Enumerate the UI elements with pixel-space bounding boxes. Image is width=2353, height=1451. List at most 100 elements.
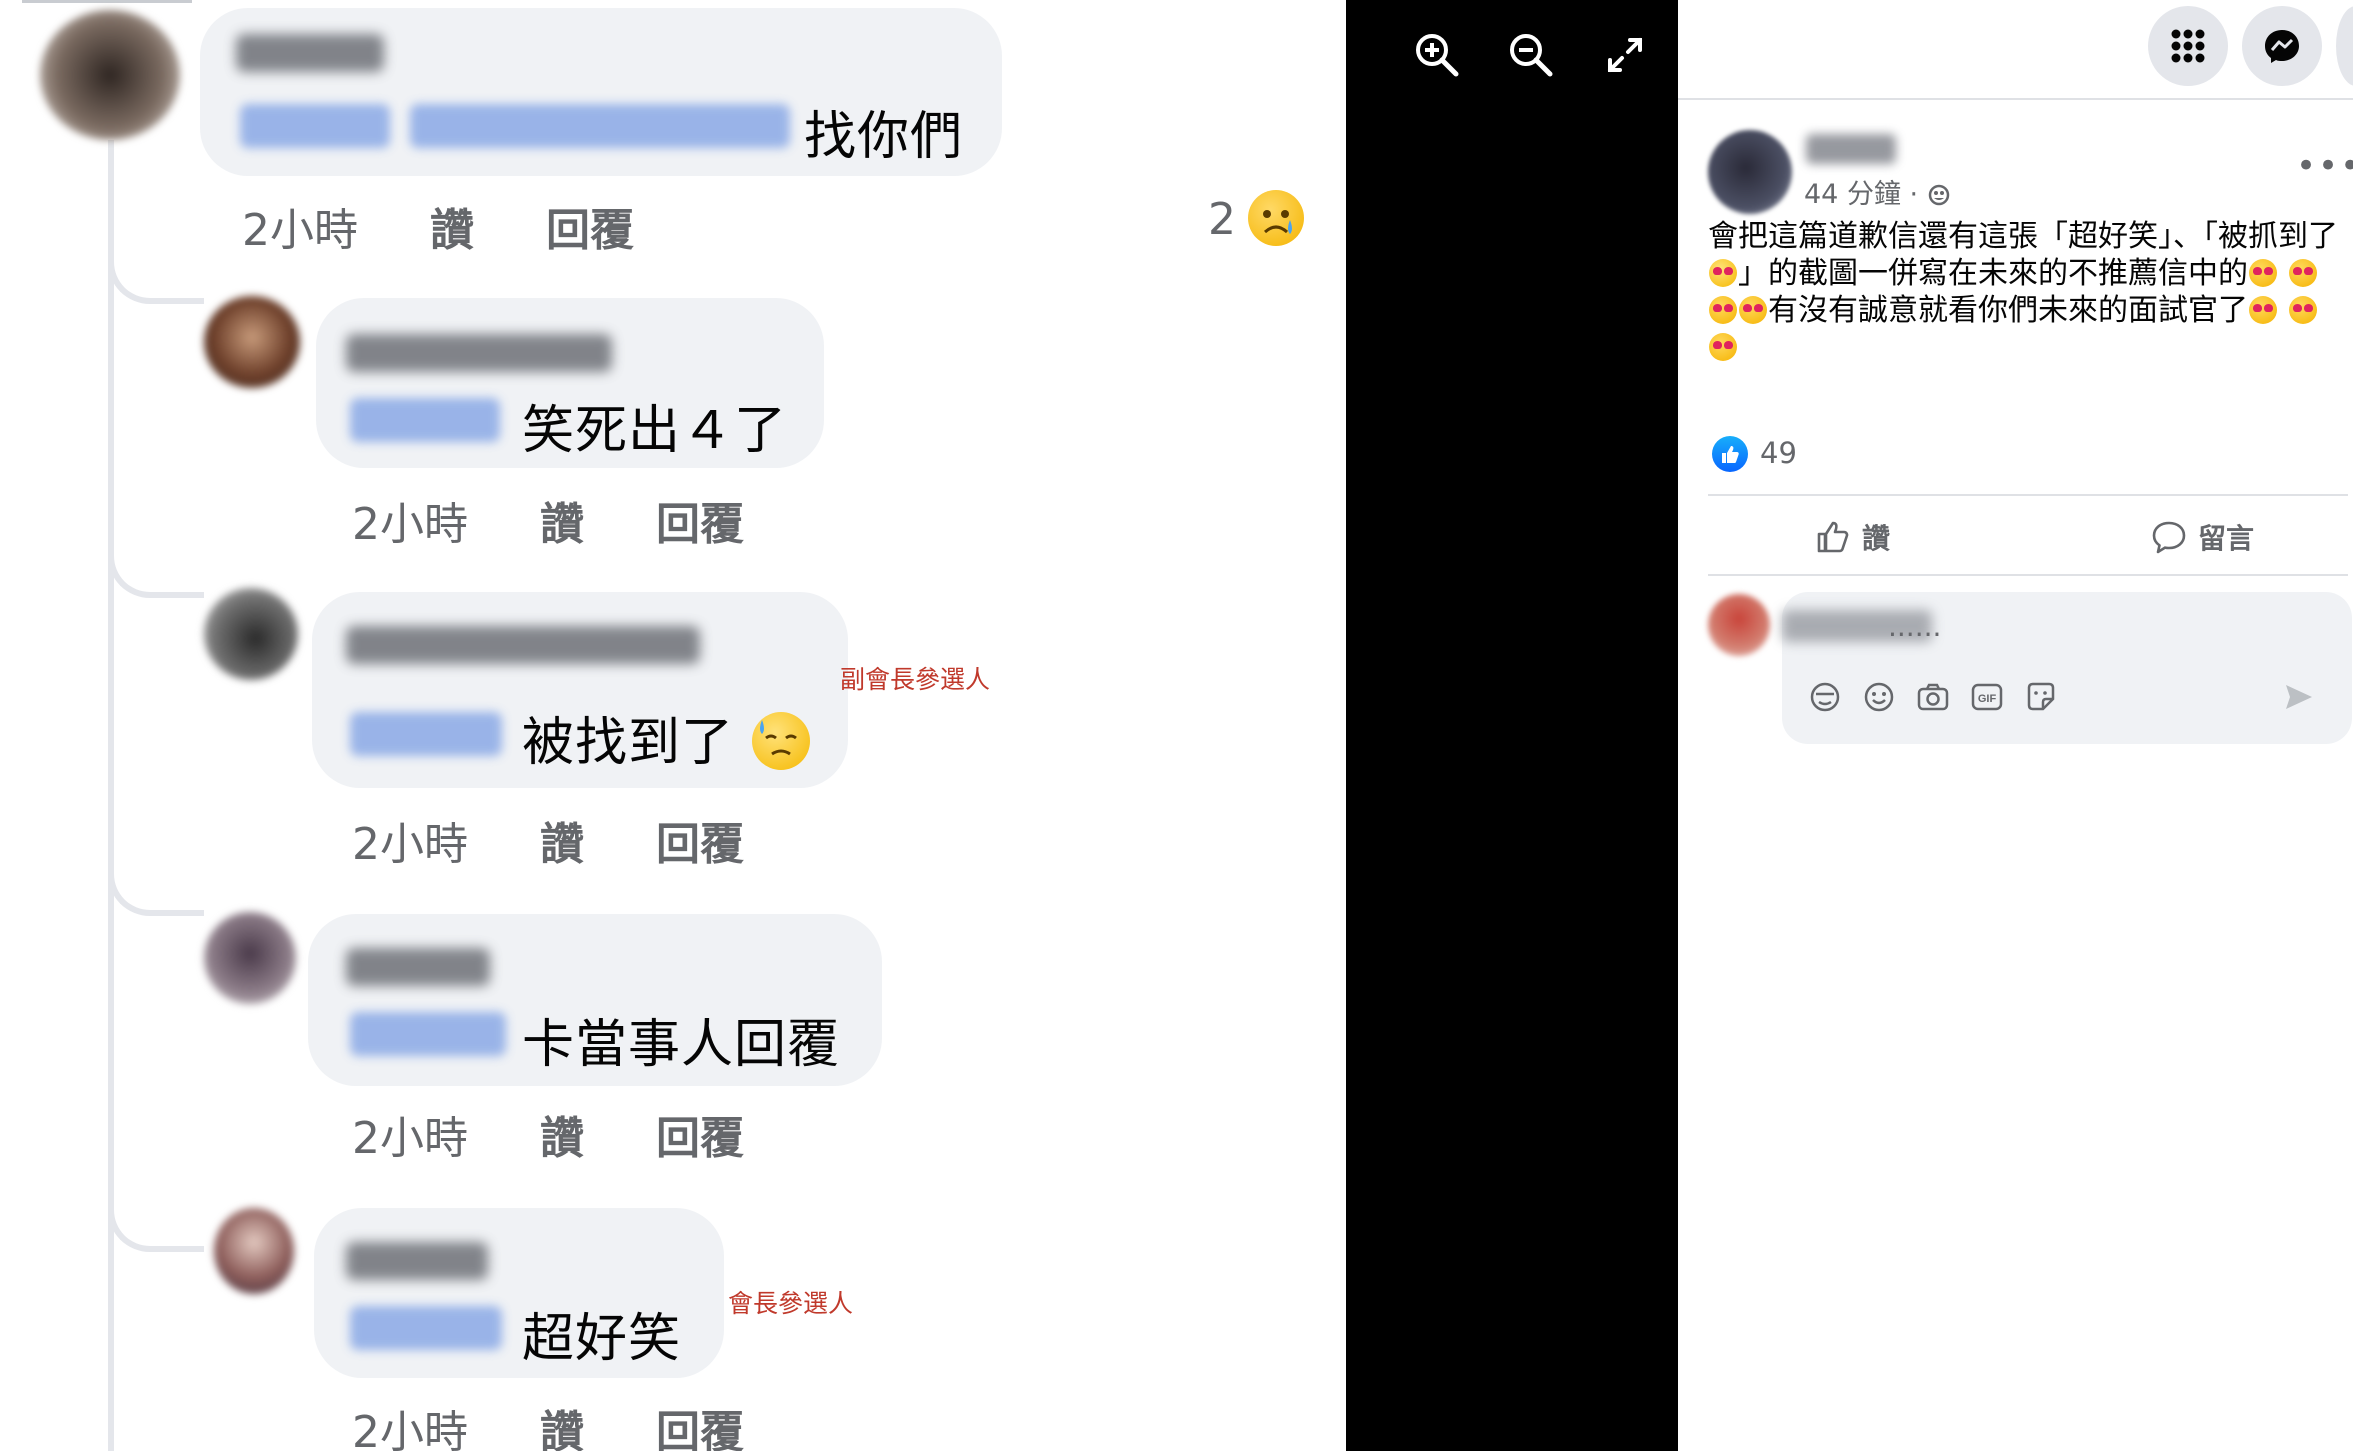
comment-button-label: 留言 [2198,522,2255,555]
like-link[interactable]: 讚 [540,488,584,552]
comment-text: 卡當事人回覆 [522,1015,841,1075]
comment-text: 被找到了 [522,700,810,775]
divider [1678,98,2353,100]
photo-viewer-background [1346,0,1678,1451]
comment-meta: 2小時 讚 回覆 [242,194,692,258]
like-count[interactable]: 49 [1760,436,1797,470]
blurred-mention [240,104,390,148]
sweat-face-emoji-icon [751,712,810,770]
svg-text:GIF: GIF [1978,693,1997,705]
avatar[interactable] [1708,594,1770,656]
more-options-icon[interactable]: ••• [2296,146,2353,186]
post-text-part: 」的截圖一併寫在未來的不推薦信中的 [1738,256,2248,291]
comment-text-content: 被找到了 [522,713,735,773]
avatar-sticker-icon[interactable] [1808,680,1842,714]
post-text-part: 有沒有誠意就看你們未來的面試官了 [1768,293,2248,328]
sad-reaction-icon [1248,190,1304,246]
thumbs-up-icon [1817,521,1849,553]
comment-meta: 2小時 讚 回覆 [352,488,802,552]
heart-eyes-emoji-icon [2249,296,2277,324]
comment-time: 2小時 [352,819,468,870]
avatar [40,10,180,140]
avatar [204,912,296,1004]
comment-bubble-icon [2152,521,2186,554]
divider [22,0,192,3]
blurred-mention [350,712,502,756]
blurred-mention [410,104,790,148]
reply-connector [108,860,204,916]
reply-thread-line [108,140,114,1451]
like-link[interactable]: 讚 [540,808,584,872]
heart-eyes-emoji-icon [2288,296,2317,324]
comment-time: 2小時 [352,1407,468,1451]
comment-meta: 2小時 讚 回覆 [352,808,802,872]
divider [1708,494,2348,496]
post-text-part: 會把這篇道歉信還有這張「超好笑」、「被抓到了 [1708,219,2338,254]
heart-eyes-emoji-icon [1709,296,1737,324]
blurred-author-name [346,334,612,372]
fullscreen-icon[interactable] [1600,30,1650,80]
reply-link[interactable]: 回覆 [656,808,744,872]
audience-globe-icon [1928,184,1949,206]
reply-connector [108,1196,204,1252]
post-panel: 44 分鐘 · ••• 會把這篇道歉信還有這張「超好笑」、「被抓到了」的截圖一併… [1678,0,2353,1451]
camera-icon[interactable] [1916,680,1950,714]
like-button-label: 讚 [1862,522,1891,555]
post-time-text: 44 分鐘 · [1804,179,1919,210]
comment-meta: 2小時 讚 回覆 [352,1396,802,1451]
post-text: 會把這篇道歉信還有這張「超好笑」、「被抓到了」的截圖一併寫在未來的不推薦信中的 … [1708,218,2338,366]
comment-meta: 2小時 讚 回覆 [352,1102,802,1166]
reply-connector [108,248,204,304]
comment-screenshot-image: 找你們 2小時 讚 回覆 2 笑死出４了 2小時 讚 回覆 被找到了 副會長參選… [0,0,1346,1451]
comment-input-placeholder: ...... [1888,610,1942,643]
messenger-icon[interactable] [2242,6,2322,86]
blurred-mention [350,1012,506,1056]
comment-time: 2小時 [352,499,468,550]
avatar [204,296,300,388]
like-button[interactable]: 讚 [1814,512,1890,562]
like-link[interactable]: 讚 [540,1396,584,1451]
reply-link[interactable]: 回覆 [656,488,744,552]
annotation-note: 會長參選人 [728,1289,854,1318]
emoji-icon[interactable] [1862,680,1896,714]
like-link[interactable]: 讚 [540,1102,584,1166]
account-icon[interactable] [2336,6,2353,86]
sticker-icon[interactable] [2024,680,2058,714]
unamused-face-emoji-icon [1709,259,1737,287]
blurred-author-name[interactable] [1806,134,1896,164]
divider [1708,574,2348,576]
blurred-author-name [236,34,384,72]
blurred-author-name [346,948,490,986]
heart-eyes-emoji-icon [2249,259,2277,287]
avatar [204,588,298,680]
blurred-mention [350,1306,502,1350]
reply-link[interactable]: 回覆 [656,1102,744,1166]
heart-eyes-emoji-icon [1739,296,1767,324]
reaction-count: 2 [1208,194,1236,245]
comment-button[interactable]: 留言 [2150,512,2254,562]
heart-eyes-emoji-icon [1709,333,1737,361]
reply-connector [108,542,204,598]
blurred-author-name [346,1242,488,1280]
avatar[interactable] [1708,130,1792,214]
reply-link[interactable]: 回覆 [656,1396,744,1451]
comment-text: 笑死出４了 [522,401,788,461]
post-timestamp[interactable]: 44 分鐘 · [1804,172,1951,211]
annotation-note: 副會長參選人 [840,665,991,694]
comment-time: 2小時 [242,205,358,256]
menu-grid-icon[interactable] [2148,6,2228,86]
blurred-mention [350,398,500,442]
like-link[interactable]: 讚 [430,194,474,258]
reply-link[interactable]: 回覆 [546,194,634,258]
blurred-author-name [346,626,700,664]
zoom-out-icon[interactable] [1506,30,1556,80]
comment-text: 超好笑 [522,1309,682,1369]
comment-time: 2小時 [352,1113,468,1164]
avatar [214,1208,294,1294]
heart-eyes-emoji-icon [2288,259,2317,287]
zoom-in-icon[interactable] [1412,30,1462,80]
gif-icon[interactable]: GIF [1970,680,2004,714]
like-reaction-icon[interactable] [1712,436,1748,472]
comment-text: 找你們 [804,107,964,167]
send-icon[interactable] [2282,680,2316,714]
